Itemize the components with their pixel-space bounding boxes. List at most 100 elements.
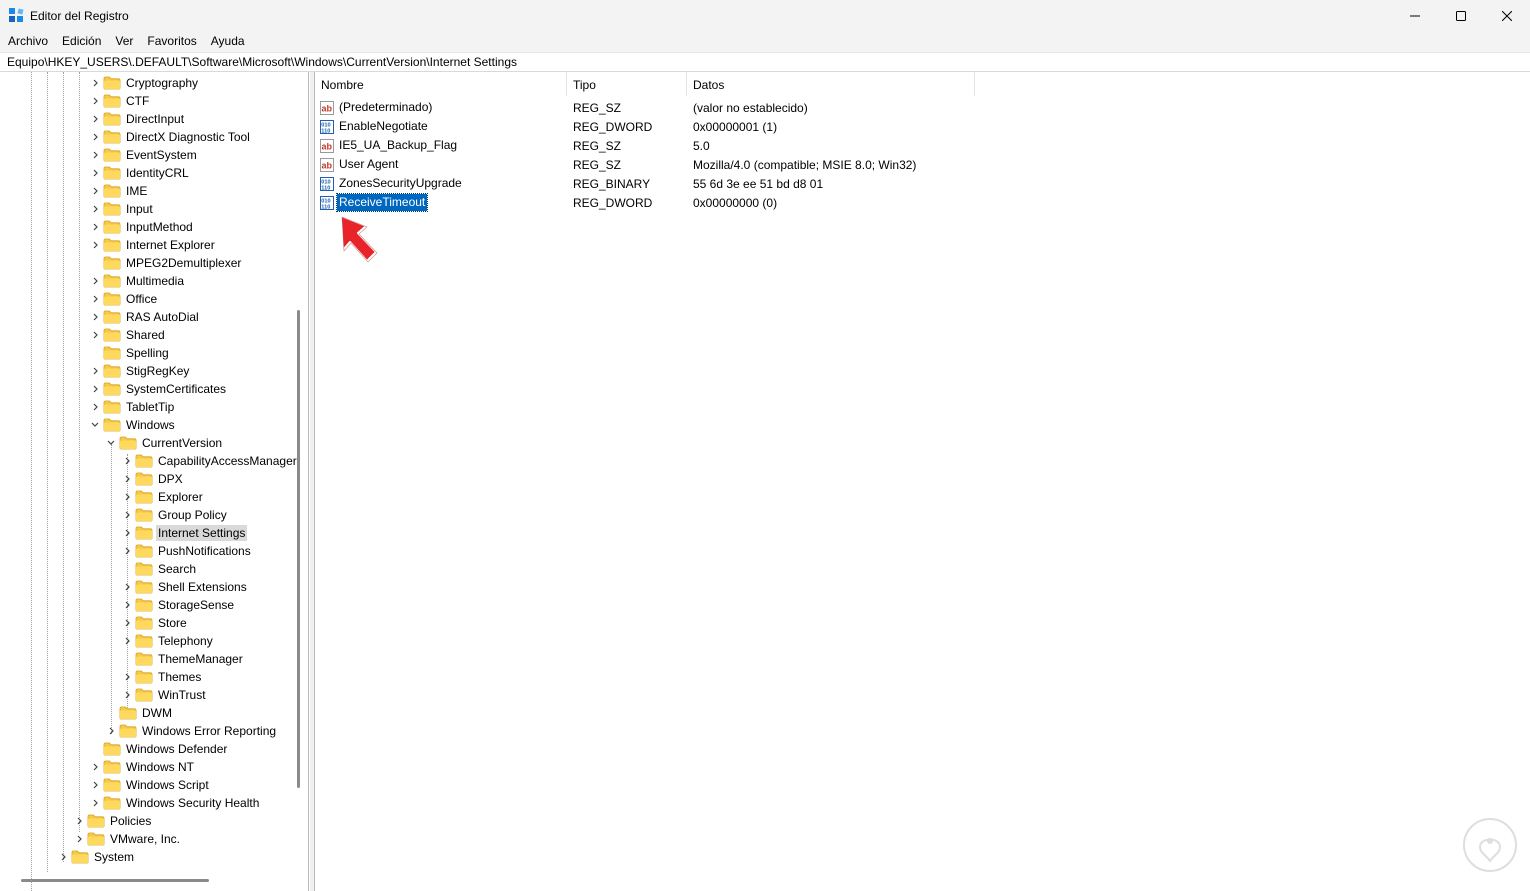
menu-ayuda[interactable]: Ayuda [204, 31, 252, 52]
tree-item[interactable]: Windows Script [89, 776, 211, 794]
tree-item[interactable]: System [57, 848, 136, 866]
tree-item[interactable]: Spelling [89, 344, 171, 362]
tree-item[interactable]: Policies [73, 812, 153, 830]
tree-item[interactable]: EventSystem [89, 146, 199, 164]
tree-item[interactable]: ThemeManager [121, 650, 245, 668]
chevron-right-icon[interactable] [121, 632, 133, 650]
tree-item[interactable]: TabletTip [89, 398, 176, 416]
chevron-right-icon[interactable] [121, 542, 133, 560]
chevron-right-icon[interactable] [89, 362, 101, 380]
tree-item[interactable]: Windows Defender [89, 740, 229, 758]
tree-item[interactable]: Explorer [121, 488, 205, 506]
chevron-right-icon[interactable] [105, 722, 117, 740]
tree-item[interactable]: CTF [89, 92, 151, 110]
tree-item[interactable]: Multimedia [89, 272, 186, 290]
menu-archivo[interactable]: Archivo [0, 31, 55, 52]
chevron-right-icon[interactable] [89, 110, 101, 128]
chevron-right-icon[interactable] [73, 812, 85, 830]
tree-item[interactable]: WinTrust [121, 686, 208, 704]
value-row[interactable]: 010 110 EnableNegotiate REG_DWORD 0x00000001… [315, 117, 975, 136]
tree-item[interactable]: Group Policy [121, 506, 229, 524]
chevron-right-icon[interactable] [121, 686, 133, 704]
value-row[interactable]: ab (Predeterminado) REG_SZ (valor no establ… [315, 98, 975, 117]
chevron-right-icon[interactable] [89, 92, 101, 110]
chevron-right-icon[interactable] [89, 794, 101, 812]
column-header-tipo[interactable]: Tipo [567, 72, 687, 96]
tree-item[interactable]: Internet Explorer [89, 236, 217, 254]
chevron-right-icon[interactable] [121, 488, 133, 506]
tree-item[interactable]: DirectInput [89, 110, 186, 128]
chevron-right-icon[interactable] [121, 506, 133, 524]
tree-item[interactable]: Cryptography [89, 74, 200, 92]
chevron-right-icon[interactable] [73, 830, 85, 848]
registry-tree[interactable]: Cryptography CTF DirectInput DirectX Diagno… [0, 72, 309, 891]
chevron-right-icon[interactable] [89, 758, 101, 776]
menu-edicion[interactable]: Edición [55, 31, 108, 52]
tree-item[interactable]: Shell Extensions [121, 578, 249, 596]
tree-item[interactable]: Windows Security Health [89, 794, 261, 812]
tree-item[interactable]: Internet Settings [121, 524, 248, 542]
tree-item[interactable]: Windows [89, 416, 177, 434]
chevron-right-icon[interactable] [121, 668, 133, 686]
tree-item[interactable]: DirectX Diagnostic Tool [89, 128, 252, 146]
chevron-right-icon[interactable] [89, 326, 101, 344]
tree-item[interactable]: Shared [89, 326, 167, 344]
minimize-button[interactable] [1392, 0, 1438, 31]
tree-item[interactable]: VMware, Inc. [73, 830, 182, 848]
value-row[interactable]: 010 110 ReceiveTimeout REG_DWORD 0x00000000 … [315, 193, 975, 212]
chevron-right-icon[interactable] [89, 380, 101, 398]
chevron-right-icon[interactable] [121, 524, 133, 542]
chevron-right-icon[interactable] [121, 596, 133, 614]
chevron-right-icon[interactable] [57, 848, 69, 866]
value-row[interactable]: 010 110 ZonesSecurityUpgrade REG_BINARY 55 6… [315, 174, 975, 193]
chevron-down-icon[interactable] [89, 416, 101, 434]
tree-item[interactable]: Store [121, 614, 189, 632]
tree-item[interactable]: Windows Error Reporting [105, 722, 278, 740]
menu-ver[interactable]: Ver [108, 31, 140, 52]
value-row[interactable]: ab User Agent REG_SZ Mozilla/4.0 (compatibl… [315, 155, 975, 174]
tree-item[interactable]: Office [89, 290, 159, 308]
tree-item[interactable]: StorageSense [121, 596, 236, 614]
chevron-right-icon[interactable] [89, 128, 101, 146]
values-list[interactable]: Nombre Tipo Datos ab (Predeterminado) REG_… [314, 72, 1530, 891]
tree-item[interactable]: InputMethod [89, 218, 195, 236]
tree-horizontal-scrollbar[interactable] [21, 879, 209, 882]
tree-item[interactable]: DWM [105, 704, 174, 722]
chevron-right-icon[interactable] [89, 308, 101, 326]
chevron-right-icon[interactable] [121, 614, 133, 632]
value-row[interactable]: ab IE5_UA_Backup_Flag REG_SZ 5.0 [315, 136, 975, 155]
chevron-right-icon[interactable] [89, 272, 101, 290]
tree-item[interactable]: StigRegKey [89, 362, 191, 380]
chevron-right-icon[interactable] [89, 74, 101, 92]
maximize-button[interactable] [1438, 0, 1484, 31]
chevron-down-icon[interactable] [105, 434, 117, 452]
tree-item[interactable]: DPX [121, 470, 185, 488]
tree-item[interactable]: Windows NT [89, 758, 196, 776]
tree-item[interactable]: Search [121, 560, 198, 578]
address-bar[interactable]: Equipo\HKEY_USERS\.DEFAULT\Software\Micr… [0, 52, 1530, 72]
tree-item[interactable]: IME [89, 182, 149, 200]
tree-item[interactable]: SystemCertificates [89, 380, 228, 398]
column-header-nombre[interactable]: Nombre [315, 72, 567, 96]
tree-item[interactable]: Telephony [121, 632, 215, 650]
tree-item[interactable]: RAS AutoDial [89, 308, 201, 326]
chevron-right-icon[interactable] [89, 164, 101, 182]
chevron-right-icon[interactable] [121, 470, 133, 488]
menu-favoritos[interactable]: Favoritos [140, 31, 203, 52]
chevron-right-icon[interactable] [121, 452, 133, 470]
tree-vertical-scrollbar[interactable] [297, 310, 300, 788]
chevron-right-icon[interactable] [89, 218, 101, 236]
tree-item[interactable]: CapabilityAccessManager [121, 452, 299, 470]
tree-item[interactable]: CurrentVersion [105, 434, 224, 452]
tree-item[interactable]: IdentityCRL [89, 164, 191, 182]
chevron-right-icon[interactable] [89, 146, 101, 164]
chevron-right-icon[interactable] [121, 578, 133, 596]
chevron-right-icon[interactable] [89, 182, 101, 200]
chevron-right-icon[interactable] [89, 200, 101, 218]
tree-item[interactable]: MPEG2Demultiplexer [89, 254, 243, 272]
chevron-right-icon[interactable] [89, 776, 101, 794]
chevron-right-icon[interactable] [89, 290, 101, 308]
column-header-datos[interactable]: Datos [687, 72, 975, 96]
tree-item[interactable]: Input [89, 200, 155, 218]
tree-item[interactable]: Themes [121, 668, 203, 686]
